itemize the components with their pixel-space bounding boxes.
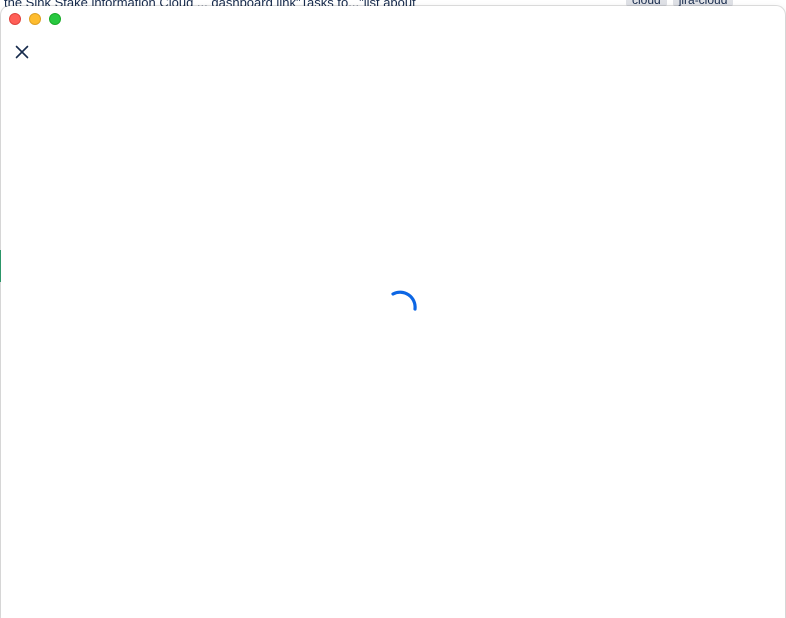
loading-spinner bbox=[385, 289, 425, 329]
close-button[interactable] bbox=[13, 43, 31, 61]
spinner-icon bbox=[391, 290, 417, 311]
close-icon bbox=[15, 45, 29, 59]
window-close-button[interactable] bbox=[9, 13, 21, 25]
modal-window bbox=[1, 6, 785, 618]
window-minimize-button[interactable] bbox=[29, 13, 41, 25]
window-controls bbox=[9, 13, 61, 25]
window-zoom-button[interactable] bbox=[49, 13, 61, 25]
